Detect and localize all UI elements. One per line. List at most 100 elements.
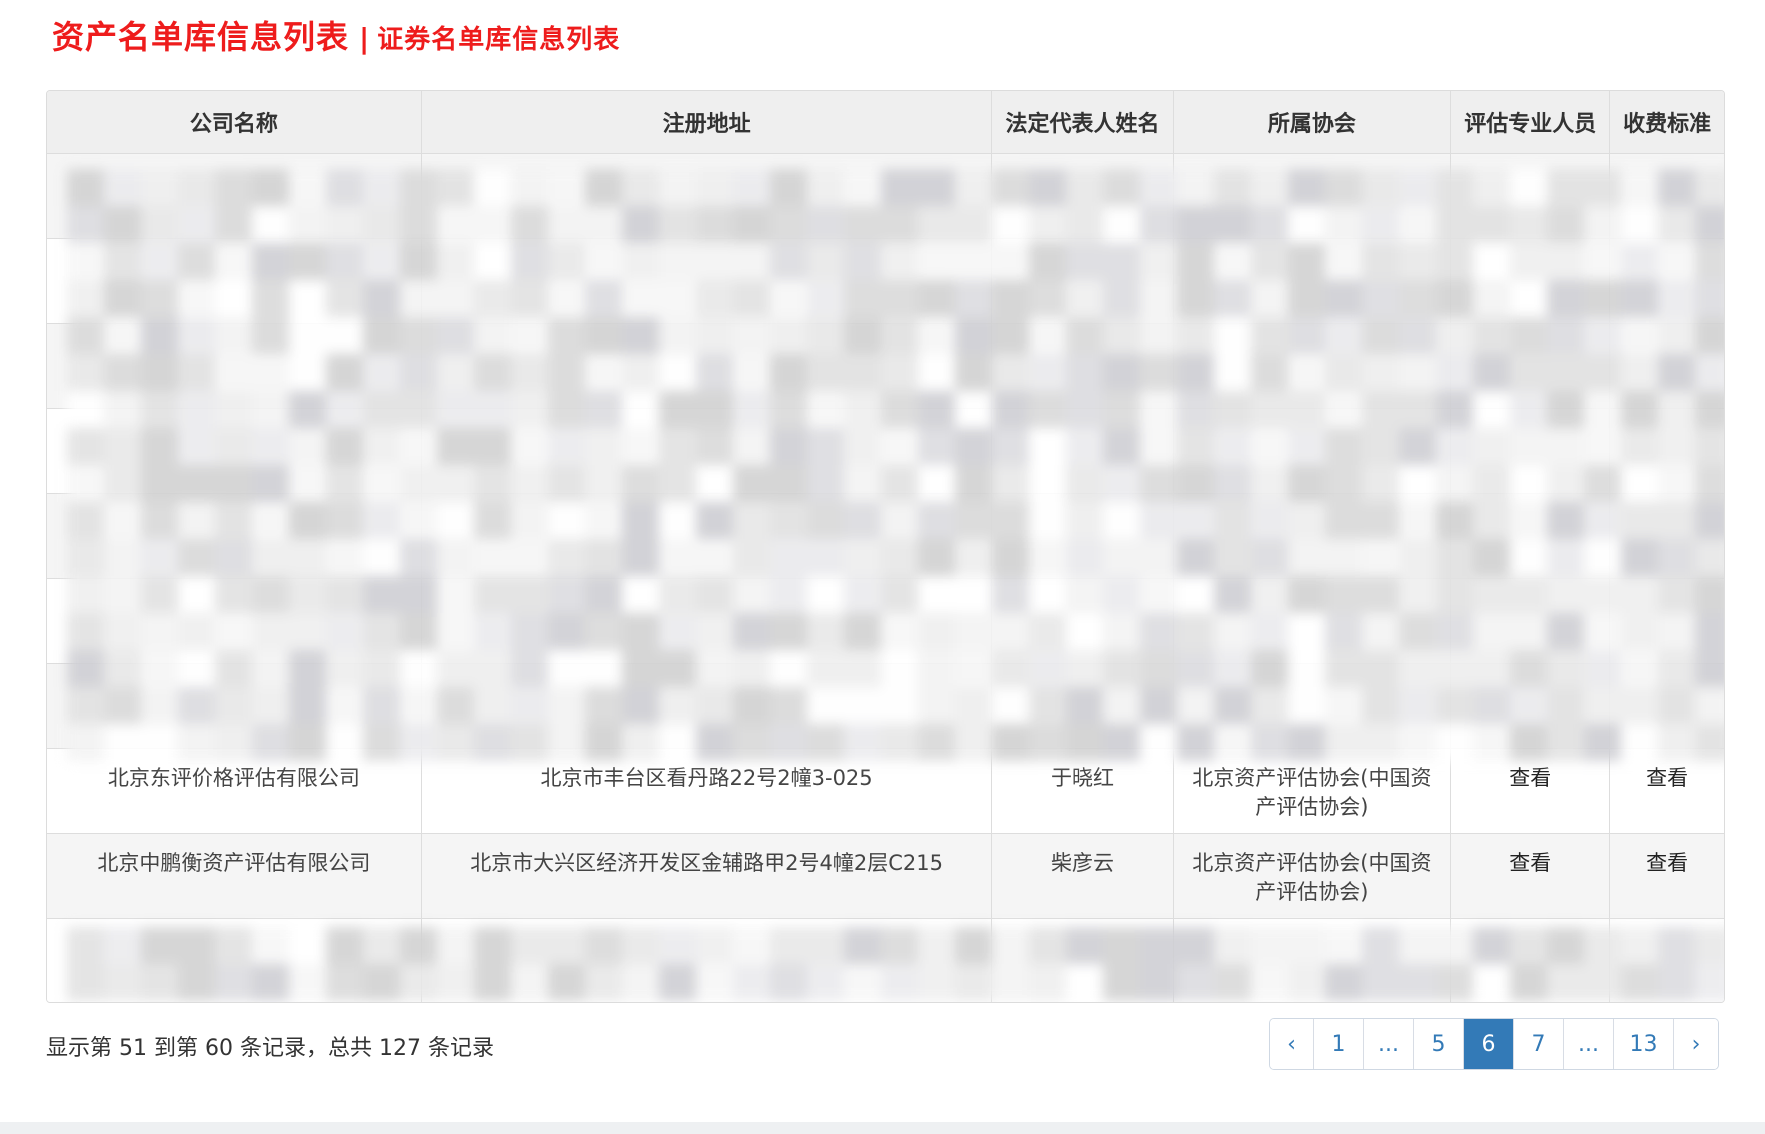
mosaic-cell: [1066, 169, 1103, 206]
fee-view-label[interactable]: 查看: [1646, 766, 1688, 790]
mosaic-cell: [955, 391, 992, 428]
mosaic-cell: [1436, 317, 1473, 354]
mosaic-cell: [733, 354, 770, 391]
mosaic-cell: [1547, 687, 1584, 724]
mosaic-cell: [363, 502, 400, 539]
mosaic-cell: [289, 687, 326, 724]
prev-page-button[interactable]: ‹: [1270, 1019, 1314, 1069]
page-1-button[interactable]: 1: [1314, 1019, 1364, 1069]
staff-view-label[interactable]: 查看: [1509, 851, 1551, 875]
mosaic-cell: [1251, 964, 1288, 1001]
mosaic-cell: [1584, 465, 1621, 502]
mosaic-cell: [1029, 354, 1066, 391]
mosaic-cell: [1584, 206, 1621, 243]
mosaic-cell: [67, 927, 104, 964]
mosaic-cell: [733, 724, 770, 761]
mosaic-cell: [918, 687, 955, 724]
mosaic-cell: [1399, 687, 1436, 724]
page-5-button[interactable]: 5: [1414, 1019, 1464, 1069]
mosaic-cell: [696, 539, 733, 576]
staff-view-link[interactable]: 查看: [1450, 832, 1611, 919]
mosaic-cell: [178, 576, 215, 613]
mosaic-cell: [1695, 964, 1724, 1001]
mosaic-cell: [326, 169, 363, 206]
mosaic-cell: [1473, 927, 1510, 964]
mosaic-cell: [104, 687, 141, 724]
mosaic-cell: [585, 280, 622, 317]
col-fee-standard[interactable]: 收费标准: [1609, 91, 1724, 154]
mosaic-cell: [252, 927, 289, 964]
page-ellipsis-left[interactable]: ...: [1364, 1019, 1414, 1069]
mosaic-cell: [1103, 206, 1140, 243]
mosaic-cell: [215, 243, 252, 280]
mosaic-cell: [400, 206, 437, 243]
mosaic-cell: [1621, 280, 1658, 317]
securities-list-title[interactable]: 证券名单库信息列表: [377, 19, 620, 56]
mosaic-cell: [474, 280, 511, 317]
col-legal-representative[interactable]: 法定代表人姓名: [991, 91, 1174, 154]
cell-registered-address: 北京市大兴区经济开发区金辅路甲2号4幢2层C215: [420, 832, 993, 919]
mosaic-cell: [1251, 391, 1288, 428]
mosaic-cell: [326, 317, 363, 354]
mosaic-cell: [1066, 280, 1103, 317]
mosaic-cell: [67, 243, 104, 280]
mosaic-cell: [1473, 391, 1510, 428]
mosaic-cell: [178, 927, 215, 964]
mosaic-cell: [1177, 354, 1214, 391]
fee-view-label[interactable]: 查看: [1646, 851, 1688, 875]
mosaic-cell: [585, 650, 622, 687]
mosaic-cell: [1362, 964, 1399, 1001]
mosaic-cell: [1029, 428, 1066, 465]
mosaic-cell: [1436, 280, 1473, 317]
mosaic-cell: [178, 964, 215, 1001]
mosaic-cell: [67, 428, 104, 465]
page-7-button[interactable]: 7: [1514, 1019, 1564, 1069]
mosaic-cell: [326, 927, 363, 964]
mosaic-cell: [215, 687, 252, 724]
page-13-button[interactable]: 13: [1614, 1019, 1674, 1069]
mosaic-cell: [770, 650, 807, 687]
mosaic-cell: [770, 613, 807, 650]
mosaic-cell: [1251, 465, 1288, 502]
col-association[interactable]: 所属协会: [1172, 91, 1452, 154]
page-6-button-current[interactable]: 6: [1464, 1019, 1514, 1069]
mosaic-cell: [1288, 354, 1325, 391]
col-company-name[interactable]: 公司名称: [47, 91, 422, 154]
mosaic-cell: [733, 964, 770, 1001]
mosaic-cell: [1214, 724, 1251, 761]
next-page-button[interactable]: ›: [1674, 1019, 1718, 1069]
col-registered-address[interactable]: 注册地址: [420, 91, 993, 154]
mosaic-cell: [696, 687, 733, 724]
mosaic-cell: [733, 169, 770, 206]
mosaic-cell: [178, 206, 215, 243]
mosaic-cell: [289, 428, 326, 465]
page-ellipsis-right[interactable]: ...: [1564, 1019, 1614, 1069]
mosaic-cell: [548, 169, 585, 206]
fee-view-link[interactable]: 查看: [1609, 832, 1724, 919]
mosaic-cell: [1288, 428, 1325, 465]
mosaic-cell: [622, 724, 659, 761]
mosaic-cell: [955, 354, 992, 391]
asset-list-title[interactable]: 资产名单库信息列表: [52, 12, 349, 58]
mosaic-cell: [511, 613, 548, 650]
mosaic-cell: [1584, 539, 1621, 576]
mosaic-cell: [104, 650, 141, 687]
mosaic-cell: [696, 650, 733, 687]
staff-view-label[interactable]: 查看: [1509, 766, 1551, 790]
mosaic-cell: [1473, 243, 1510, 280]
mosaic-cell: [178, 687, 215, 724]
mosaic-cell: [807, 613, 844, 650]
mosaic-cell: [474, 428, 511, 465]
mosaic-cell: [1658, 724, 1695, 761]
mosaic-cell: [1510, 650, 1547, 687]
mosaic-cell: [770, 280, 807, 317]
mosaic-cell: [807, 964, 844, 1001]
mosaic-cell: [289, 243, 326, 280]
col-professional-staff[interactable]: 评估专业人员: [1450, 91, 1611, 154]
mosaic-cell: [252, 576, 289, 613]
mosaic-cell: [548, 280, 585, 317]
mosaic-cell: [474, 724, 511, 761]
mosaic-cell: [807, 502, 844, 539]
mosaic-cell: [844, 391, 881, 428]
mosaic-cell: [1510, 280, 1547, 317]
